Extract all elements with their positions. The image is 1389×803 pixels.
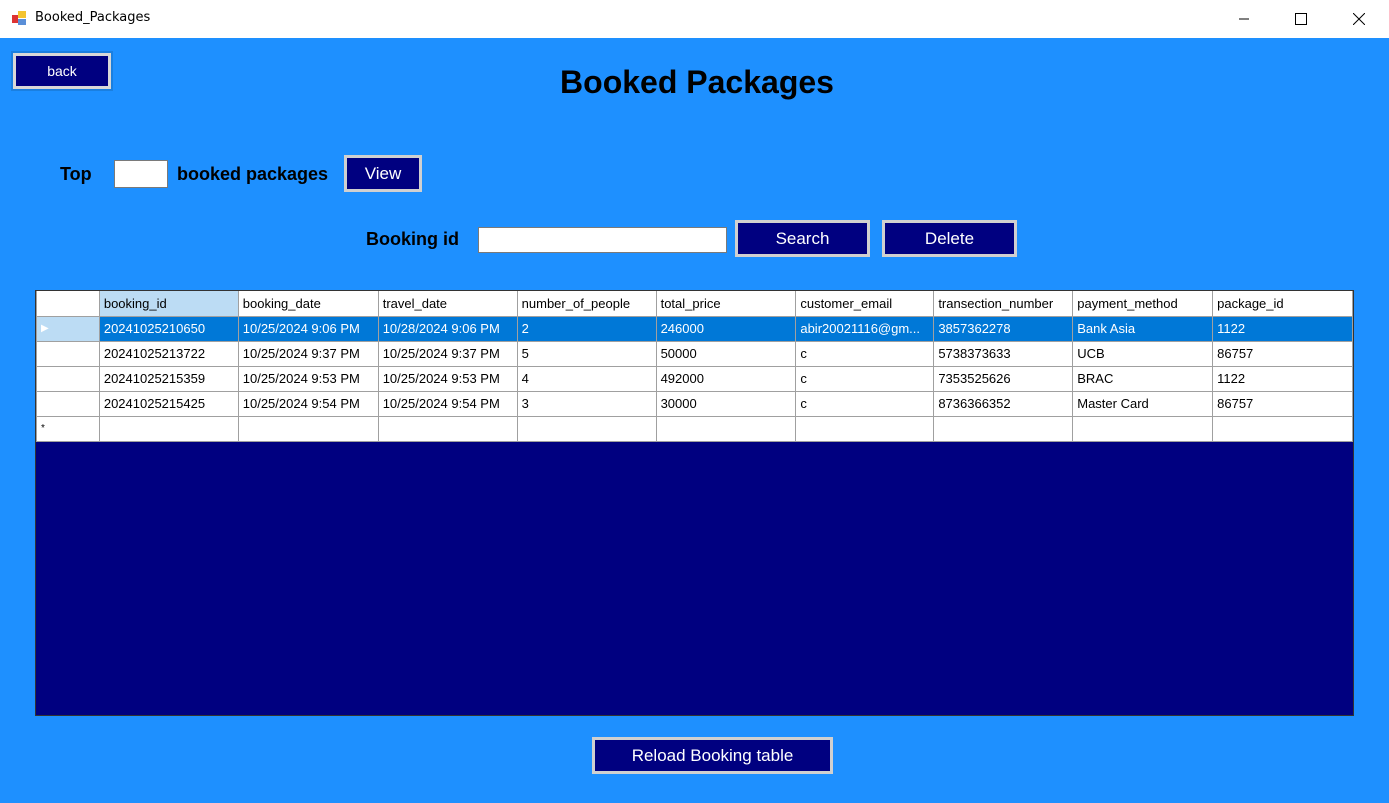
table-row[interactable]: ▶ 20241025210650 10/25/2024 9:06 PM 10/28/2…: [36, 315, 1353, 342]
cell-package-id[interactable]: 86757: [1212, 390, 1353, 417]
cell-payment-method[interactable]: BRAC: [1072, 365, 1214, 392]
cell-package-id[interactable]: 1122: [1212, 365, 1353, 392]
top-label: Top: [60, 164, 92, 184]
title-bar: Booked_Packages: [0, 0, 1389, 38]
cell-booking-date[interactable]: 10/25/2024 9:37 PM: [237, 340, 379, 367]
empty-cell[interactable]: [1212, 415, 1353, 442]
table-row[interactable]: 20241025215425 10/25/2024 9:54 PM 10/25/20…: [36, 390, 1353, 417]
table-row[interactable]: 20241025215359 10/25/2024 9:53 PM 10/25/20…: [36, 365, 1353, 392]
empty-cell[interactable]: [98, 415, 239, 442]
cell-customer-email[interactable]: c: [795, 390, 935, 417]
cell-customer-email[interactable]: abir20021116@gm...: [795, 315, 935, 342]
empty-cell[interactable]: [655, 415, 797, 442]
empty-cell[interactable]: [377, 415, 518, 442]
column-header-transection-number[interactable]: transection_number: [933, 291, 1074, 317]
cell-payment-method[interactable]: Bank Asia: [1072, 315, 1214, 342]
minimize-icon: [1239, 18, 1249, 20]
cell-total-price[interactable]: 50000: [655, 340, 797, 367]
column-header-customer-email[interactable]: customer_email: [795, 291, 935, 317]
bookings-table: booking_id booking_date travel_date number_…: [36, 291, 1353, 442]
maximize-button[interactable]: [1278, 0, 1324, 38]
cell-customer-email[interactable]: c: [795, 365, 935, 392]
booked-packages-label: booked packages: [177, 164, 329, 184]
search-button[interactable]: Search: [735, 220, 870, 257]
top-count-input[interactable]: [114, 160, 168, 188]
cell-travel-date[interactable]: 10/25/2024 9:54 PM: [377, 390, 518, 417]
page-title: Booked Packages: [560, 64, 834, 100]
cell-total-price[interactable]: 492000: [655, 365, 797, 392]
minimize-button[interactable]: [1221, 0, 1267, 38]
empty-cell[interactable]: [795, 415, 935, 442]
empty-cell[interactable]: [1072, 415, 1214, 442]
booking-id-input[interactable]: [478, 227, 727, 253]
row-header[interactable]: [36, 340, 100, 367]
new-row[interactable]: *: [36, 415, 1353, 442]
cell-transection-number[interactable]: 7353525626: [933, 365, 1074, 392]
bookings-grid[interactable]: booking_id booking_date travel_date number_…: [35, 290, 1354, 716]
cell-transection-number[interactable]: 3857362278: [933, 315, 1074, 342]
cell-number-of-people[interactable]: 4: [516, 365, 657, 392]
cell-booking-date[interactable]: 10/25/2024 9:54 PM: [237, 390, 379, 417]
view-button[interactable]: View: [344, 155, 422, 192]
column-header-booking-id[interactable]: booking_id: [98, 291, 239, 317]
new-row-marker: *: [36, 415, 100, 442]
cell-transection-number[interactable]: 5738373633: [933, 340, 1074, 367]
column-header-travel-date[interactable]: travel_date: [377, 291, 518, 317]
row-header[interactable]: [36, 365, 100, 392]
reload-booking-table-button[interactable]: Reload Booking table: [592, 737, 833, 774]
row-header[interactable]: ▶: [36, 315, 100, 342]
column-header-total-price[interactable]: total_price: [655, 291, 797, 317]
cell-total-price[interactable]: 246000: [655, 315, 797, 342]
cell-travel-date[interactable]: 10/25/2024 9:37 PM: [377, 340, 518, 367]
cell-booking-id[interactable]: 20241025213722: [98, 340, 239, 367]
cell-booking-date[interactable]: 10/25/2024 9:06 PM: [237, 315, 379, 342]
cell-travel-date[interactable]: 10/25/2024 9:53 PM: [377, 365, 518, 392]
column-header-booking-date[interactable]: booking_date: [237, 291, 379, 317]
column-header-number-of-people[interactable]: number_of_people: [516, 291, 657, 317]
empty-cell[interactable]: [933, 415, 1074, 442]
cell-package-id[interactable]: 86757: [1212, 340, 1353, 367]
close-icon: [1353, 13, 1365, 25]
booking-id-label: Booking id: [366, 229, 459, 249]
cell-payment-method[interactable]: UCB: [1072, 340, 1214, 367]
column-header-payment-method[interactable]: payment_method: [1072, 291, 1214, 317]
row-header[interactable]: [36, 390, 100, 417]
close-button[interactable]: [1336, 0, 1382, 38]
column-header-package-id[interactable]: package_id: [1212, 291, 1353, 317]
cell-total-price[interactable]: 30000: [655, 390, 797, 417]
cell-booking-id[interactable]: 20241025215425: [98, 390, 239, 417]
empty-cell[interactable]: [237, 415, 379, 442]
cell-booking-id[interactable]: 20241025215359: [98, 365, 239, 392]
cell-travel-date[interactable]: 10/28/2024 9:06 PM: [377, 315, 518, 342]
cell-number-of-people[interactable]: 5: [516, 340, 657, 367]
row-header-corner: [36, 291, 100, 317]
delete-button[interactable]: Delete: [882, 220, 1017, 257]
cell-number-of-people[interactable]: 2: [516, 315, 657, 342]
cell-booking-id[interactable]: 20241025210650: [98, 315, 239, 342]
app-icon: [12, 11, 26, 25]
cell-payment-method[interactable]: Master Card: [1072, 390, 1214, 417]
cell-number-of-people[interactable]: 3: [516, 390, 657, 417]
cell-customer-email[interactable]: c: [795, 340, 935, 367]
cell-booking-date[interactable]: 10/25/2024 9:53 PM: [237, 365, 379, 392]
cell-transection-number[interactable]: 8736366352: [933, 390, 1074, 417]
empty-cell[interactable]: [516, 415, 657, 442]
window-title: Booked_Packages: [35, 10, 151, 25]
cell-package-id[interactable]: 1122: [1212, 315, 1353, 342]
maximize-icon: [1295, 13, 1307, 25]
table-row[interactable]: 20241025213722 10/25/2024 9:37 PM 10/25/20…: [36, 340, 1353, 367]
